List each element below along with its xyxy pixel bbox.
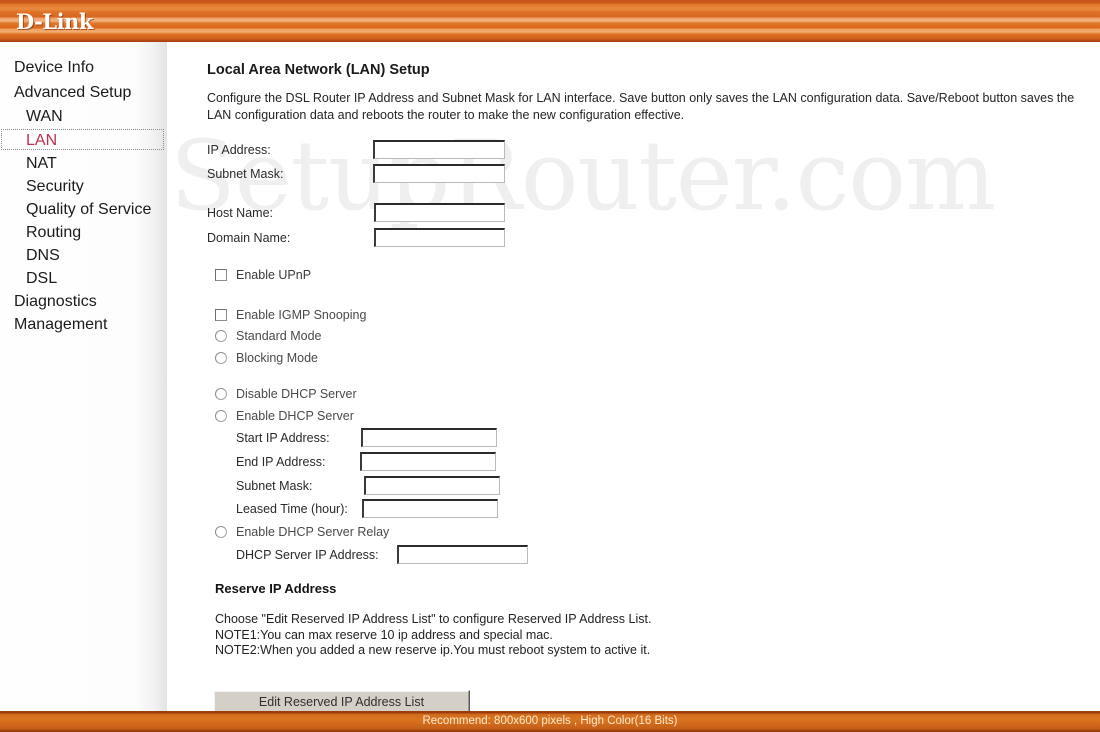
sidebar-item-label: Security — [26, 178, 84, 195]
footer-recommend-text: Recommend: 800x600 pixels , High Color(1… — [422, 715, 678, 727]
blocking-mode-label: Blocking Mode — [236, 351, 318, 365]
sidebar-item-dns[interactable]: DNS — [0, 244, 193, 267]
main-content: Local Area Network (LAN) Setup Configure… — [167, 42, 1100, 713]
sidebar-item-routing[interactable]: Routing — [0, 221, 193, 244]
enable-dhcp-server-relay-label: Enable DHCP Server Relay — [236, 525, 390, 539]
relay-ip-label: DHCP Server IP Address: — [236, 548, 379, 562]
radio-enable-dhcp-server[interactable] — [215, 410, 227, 422]
sidebar-item-quality-of-service[interactable]: Quality of Service — [0, 198, 193, 221]
enable-upnp-label: Enable UPnP — [236, 268, 312, 282]
subnet-mask-label: Subnet Mask: — [207, 167, 284, 181]
start-ip-input[interactable] — [361, 428, 497, 447]
leased-time-input[interactable] — [362, 499, 498, 518]
sidebar-item-label: Advanced Setup — [14, 84, 132, 101]
sidebar-item-nat[interactable]: NAT — [0, 152, 193, 175]
sidebar-item-diagnostics[interactable]: Diagnostics — [0, 290, 181, 313]
page-title: Local Area Network (LAN) Setup — [207, 62, 430, 78]
field-row-ip-address: IP Address: — [207, 140, 677, 162]
sidebar-item-label: Quality of Service — [26, 201, 152, 218]
end-ip-label: End IP Address: — [236, 455, 326, 469]
page-description: Configure the DSL Router IP Address and … — [207, 91, 1075, 122]
field-row-subnet-mask: Subnet Mask: — [207, 164, 677, 186]
host-name-input[interactable] — [374, 203, 505, 222]
field-row-start-ip: Start IP Address: — [236, 428, 676, 450]
sidebar-item-label: Management — [14, 316, 108, 333]
radio-enable-dhcp-server-relay[interactable] — [215, 526, 227, 538]
page-body: Device Info Advanced Setup WAN LAN NAT S… — [0, 42, 1100, 713]
dlink-logo: D-Link — [16, 9, 93, 34]
reserve-ip-heading: Reserve IP Address — [215, 581, 337, 596]
ip-address-input[interactable] — [373, 140, 505, 159]
checkbox-enable-igmp-snooping[interactable] — [215, 309, 227, 321]
field-row-host-name: Host Name: — [207, 203, 677, 225]
sidebar-item-label: Device Info — [14, 59, 95, 76]
sidebar-item-dsl[interactable]: DSL — [0, 267, 193, 290]
sidebar-nav: Device Info Advanced Setup WAN LAN NAT S… — [0, 42, 167, 711]
edit-reserved-ip-address-list-button[interactable]: Edit Reserved IP Address List — [213, 690, 470, 713]
ip-address-label: IP Address: — [207, 143, 271, 157]
dhcp-subnet-mask-input[interactable] — [364, 476, 500, 495]
start-ip-label: Start IP Address: — [236, 431, 330, 445]
sidebar-item-label: Routing — [26, 224, 82, 241]
sidebar-item-label: LAN — [26, 132, 58, 149]
relay-ip-input[interactable] — [397, 545, 528, 564]
domain-name-label: Domain Name: — [207, 231, 291, 245]
sidebar-item-label: DNS — [26, 247, 60, 264]
radio-blocking-mode[interactable] — [215, 352, 227, 364]
field-row-end-ip: End IP Address: — [236, 452, 676, 474]
subnet-mask-input[interactable] — [373, 164, 505, 183]
sidebar-item-management[interactable]: Management — [0, 313, 181, 336]
sidebar-item-lan[interactable]: LAN — [0, 129, 193, 152]
leased-time-label: Leased Time (hour): — [236, 502, 348, 516]
sidebar-item-wan[interactable]: WAN — [0, 105, 193, 128]
radio-standard-mode[interactable] — [215, 330, 227, 342]
radio-disable-dhcp-server[interactable] — [215, 388, 227, 400]
sidebar-item-security[interactable]: Security — [0, 175, 193, 198]
sidebar-item-device-info[interactable]: Device Info — [0, 56, 181, 79]
field-row-domain-name: Domain Name: — [207, 228, 677, 250]
sidebar-item-advanced-setup[interactable]: Advanced Setup — [0, 81, 181, 104]
app-header: D-Link — [0, 0, 1100, 42]
host-name-label: Host Name: — [207, 206, 273, 220]
domain-name-input[interactable] — [374, 228, 505, 247]
app-footer: Recommend: 800x600 pixels , High Color(1… — [0, 711, 1100, 732]
disable-dhcp-server-label: Disable DHCP Server — [236, 387, 357, 401]
standard-mode-label: Standard Mode — [236, 329, 322, 343]
sidebar-item-label: NAT — [26, 155, 57, 172]
field-row-leased-time: Leased Time (hour): — [236, 499, 676, 521]
sidebar-item-label: WAN — [26, 108, 63, 125]
end-ip-input[interactable] — [360, 452, 496, 471]
sidebar-item-label: Diagnostics — [14, 293, 97, 310]
checkbox-enable-upnp[interactable] — [215, 269, 227, 281]
enable-dhcp-server-label: Enable DHCP Server — [236, 409, 354, 423]
enable-igmp-snooping-label: Enable IGMP Snooping — [236, 308, 367, 322]
sidebar-item-label: DSL — [26, 270, 58, 287]
reserve-ip-notes: Choose "Edit Reserved IP Address List" t… — [215, 612, 652, 657]
field-row-dhcp-subnet-mask: Subnet Mask: — [236, 476, 676, 498]
field-row-relay-ip: DHCP Server IP Address: — [236, 545, 706, 567]
dhcp-subnet-mask-label: Subnet Mask: — [236, 479, 313, 493]
